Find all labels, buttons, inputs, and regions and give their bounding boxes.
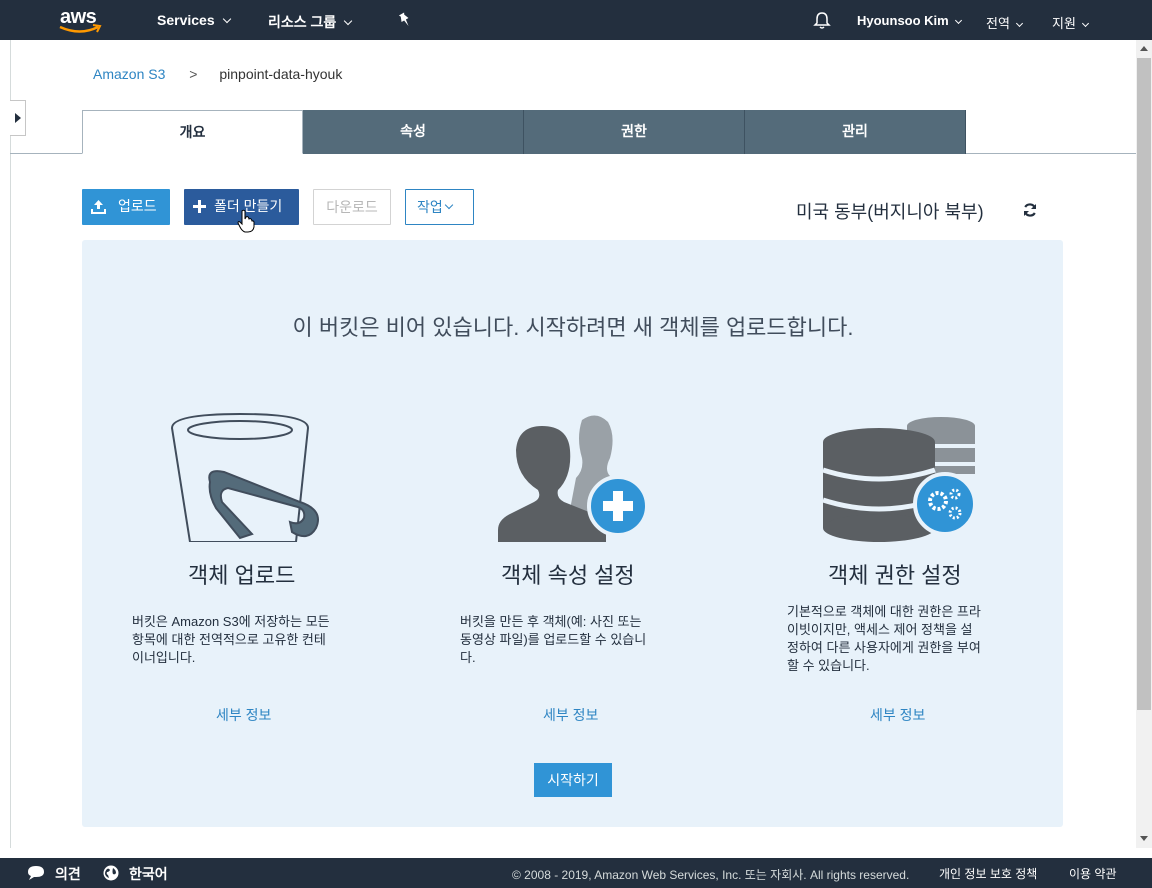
object-properties-title: 객체 속성 설정 — [501, 563, 635, 588]
bell-icon[interactable] — [813, 11, 831, 30]
get-started-button[interactable]: 시작하기 — [534, 763, 612, 797]
chevron-down-icon — [344, 16, 353, 26]
scroll-down-icon[interactable] — [1140, 836, 1148, 841]
tab-permissions[interactable]: 권한 — [524, 110, 745, 154]
upload-objects-title: 객체 업로드 — [188, 563, 296, 588]
upload-objects-description: 버킷은 Amazon S3에 저장하는 모든 항목에 대한 전역적으로 고유한 … — [132, 613, 330, 667]
support-label: 지원 — [1052, 16, 1076, 31]
chevron-down-icon — [1081, 19, 1089, 28]
upload-icon — [91, 200, 106, 214]
refresh-icon[interactable] — [1022, 202, 1038, 218]
bucket-icon — [170, 412, 319, 542]
download-button[interactable]: 다운로드 — [313, 189, 391, 225]
breadcrumb-bucket-name: pinpoint-data-hyouk — [219, 66, 343, 82]
description-line: 동영상 파일)를 업로드할 수 있습니 — [460, 632, 647, 647]
upload-details-link[interactable]: 세부 정보 — [216, 705, 271, 725]
upload-label: 업로드 — [118, 198, 157, 214]
top-nav-bar: aws Services 리소스 그룹 Hyounsoo Kim 전역 지원 — [0, 0, 1152, 40]
page-left-border — [10, 40, 11, 848]
pin-icon[interactable] — [398, 12, 412, 28]
language-selector[interactable]: 한국어 — [129, 864, 168, 884]
description-line: 이너입니다. — [132, 650, 196, 665]
region-menu-label: 전역 — [986, 16, 1010, 31]
chevron-down-icon — [954, 16, 962, 25]
terms-link[interactable]: 이용 약관 — [1069, 865, 1117, 882]
actions-dropdown[interactable]: 작업 — [405, 189, 474, 225]
description-line: 버킷을 만든 후 객체(예: 사진 또는 — [460, 614, 642, 629]
permissions-details-link[interactable]: 세부 정보 — [870, 705, 925, 725]
description-line: 이빗이지만, 액세스 제어 정책을 설 — [787, 622, 973, 637]
add-user-icon — [498, 415, 649, 542]
chevron-right-icon — [15, 113, 21, 123]
resource-groups-menu[interactable]: 리소스 그룹 — [268, 12, 353, 32]
aws-smile-icon — [59, 24, 102, 33]
resource-groups-label: 리소스 그룹 — [268, 14, 337, 30]
region-menu[interactable]: 전역 — [986, 13, 1023, 32]
footer-bar: 의견 한국어 © 2008 - 2019, Amazon Web Service… — [0, 858, 1152, 888]
actions-label: 작업 — [417, 199, 443, 215]
breadcrumb-separator: > — [189, 66, 198, 82]
user-menu[interactable]: Hyounsoo Kim — [857, 13, 962, 28]
tab-properties[interactable]: 속성 — [303, 110, 524, 154]
plus-icon — [193, 200, 206, 213]
upload-button[interactable]: 업로드 — [82, 189, 170, 225]
description-line: 할 수 있습니다. — [787, 658, 870, 673]
properties-details-link[interactable]: 세부 정보 — [543, 705, 598, 725]
copyright-text: © 2008 - 2019, Amazon Web Services, Inc.… — [512, 868, 910, 882]
database-gear-icon — [823, 417, 977, 542]
tab-management[interactable]: 관리 — [745, 110, 966, 154]
chevron-down-icon — [1015, 19, 1023, 28]
vertical-scrollbar[interactable] — [1136, 40, 1152, 848]
user-name: Hyounsoo Kim — [857, 13, 949, 28]
description-line: 항목에 대한 전역적으로 고유한 컨테 — [132, 632, 326, 647]
privacy-policy-link[interactable]: 개인 정보 보호 정책 — [939, 865, 1037, 882]
support-menu[interactable]: 지원 — [1052, 13, 1089, 32]
breadcrumb-amazon-s3-link[interactable]: Amazon S3 — [93, 66, 165, 82]
services-label: Services — [157, 12, 215, 28]
globe-icon — [103, 865, 119, 881]
breadcrumb: Amazon S3 > pinpoint-data-hyouk — [93, 66, 342, 82]
hand-cursor-icon — [237, 209, 255, 233]
description-line: 기본적으로 객체에 대한 권한은 프라 — [787, 604, 981, 619]
description-line: 버킷은 Amazon S3에 저장하는 모든 — [132, 614, 330, 629]
tab-overview[interactable]: 개요 — [82, 110, 303, 154]
feedback-link[interactable]: 의견 — [55, 864, 81, 884]
chevron-down-icon — [444, 200, 454, 210]
object-permissions-title: 객체 권한 설정 — [828, 563, 962, 588]
sidebar-toggle-button[interactable] — [10, 100, 26, 136]
chevron-down-icon — [222, 14, 231, 24]
feedback-icon — [28, 866, 44, 880]
scroll-up-icon[interactable] — [1140, 46, 1148, 51]
region-label: 미국 동부(버지니아 북부) — [796, 202, 984, 222]
description-line: 다. — [460, 650, 476, 665]
object-permissions-description: 기본적으로 객체에 대한 권한은 프라 이빗이지만, 액세스 제어 정책을 설 … — [787, 603, 981, 675]
aws-logo[interactable]: aws — [58, 6, 104, 34]
empty-bucket-message: 이 버킷은 비어 있습니다. 시작하려면 새 객체를 업로드합니다. — [292, 315, 854, 340]
services-menu[interactable]: Services — [157, 12, 231, 28]
description-line: 정하여 다른 사용자에게 권한을 부여 — [787, 640, 981, 655]
scrollbar-thumb[interactable] — [1137, 58, 1151, 710]
object-properties-description: 버킷을 만든 후 객체(예: 사진 또는 동영상 파일)를 업로드할 수 있습니… — [460, 613, 646, 667]
